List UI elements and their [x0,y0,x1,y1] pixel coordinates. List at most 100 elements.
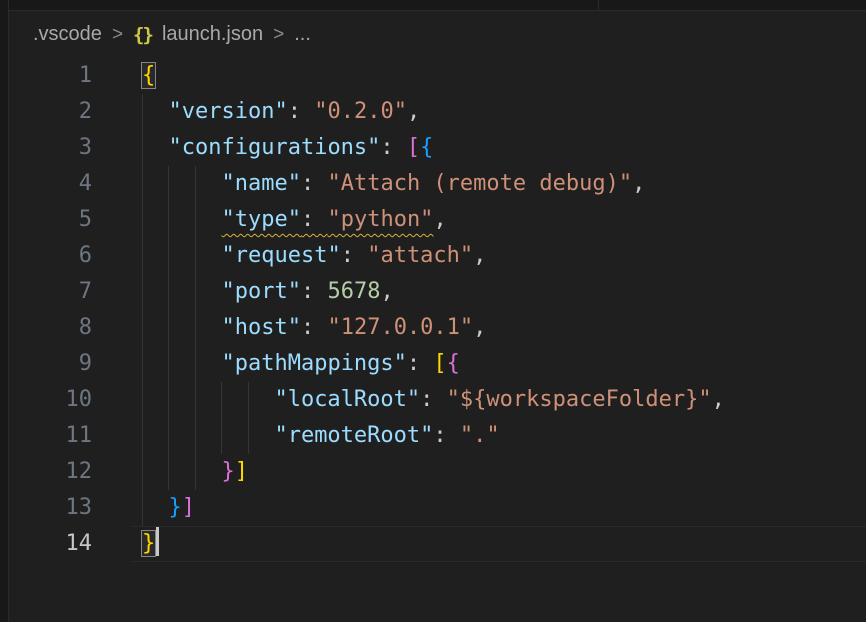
line-number[interactable]: 10 [9,382,132,418]
bracket-match: } [142,531,155,556]
breadcrumb: .vscode > {} launch.json > ... [9,11,866,58]
line-number[interactable]: 6 [9,238,132,274]
code-token [142,495,169,520]
code-line: 9 "pathMappings": [{ [9,346,866,382]
chevron-right-icon: > [112,24,123,46]
line-number[interactable]: 1 [9,58,132,94]
code-token: : [420,387,447,412]
code-text[interactable]: }] [132,490,866,526]
code-token: "attach" [367,243,473,268]
code-token: : [433,423,460,448]
code-text[interactable]: "host": "127.0.0.1", [132,310,866,346]
code-token: "pathMappings" [221,351,406,376]
code-token: } [221,459,234,484]
code-text[interactable]: { [132,58,866,94]
code-token: "." [460,423,500,448]
code-token: : [301,207,328,232]
code-line: 8 "host": "127.0.0.1", [9,310,866,346]
code-token: [ [433,351,446,376]
line-number[interactable]: 14 [9,526,132,562]
code-line: 4 "name": "Attach (remote debug)", [9,166,866,202]
line-number[interactable]: 3 [9,130,132,166]
code-line: 10 "localRoot": "${workspaceFolder}", [9,382,866,418]
line-number[interactable]: 7 [9,274,132,310]
bracket-match: { [142,63,155,88]
code-token [142,279,221,304]
tab-bar [9,0,866,11]
json-file-icon: {} [133,24,152,46]
code-text[interactable]: } [132,526,866,562]
tab-divider [598,0,599,10]
line-number[interactable]: 11 [9,418,132,454]
code-token: "Attach (remote debug)" [327,171,632,196]
line-number[interactable]: 12 [9,454,132,490]
line-number[interactable]: 13 [9,490,132,526]
code-line: 3 "configurations": [{ [9,130,866,166]
line-number[interactable]: 5 [9,202,132,238]
code-token: "127.0.0.1" [327,315,473,340]
code-token [142,423,274,448]
code-token: , [380,279,393,304]
code-text[interactable]: "name": "Attach (remote debug)", [132,166,866,202]
code-token: 5678 [327,279,380,304]
code-token [142,207,221,232]
code-line: 7 "port": 5678, [9,274,866,310]
code-token [142,315,221,340]
code-token: "port" [221,279,300,304]
breadcrumb-folder[interactable]: .vscode [33,23,102,46]
code-token: , [712,387,725,412]
code-token: ] [182,495,195,520]
code-line: 5 "type": "python", [9,202,866,238]
code-text[interactable]: "type": "python", [132,202,866,238]
code-token [142,171,221,196]
code-token: , [632,171,645,196]
code-line: 12 }] [9,454,866,490]
line-number[interactable]: 4 [9,166,132,202]
code-token: "name" [221,171,300,196]
line-number[interactable]: 8 [9,310,132,346]
code-token: "remoteRoot" [274,423,433,448]
code-token: "request" [221,243,340,268]
code-text[interactable]: }] [132,454,866,490]
code-token: : [341,243,368,268]
code-line: 6 "request": "attach", [9,238,866,274]
code-token: "host" [221,315,300,340]
breadcrumb-symbol-ellipsis[interactable]: ... [294,23,311,46]
code-token: { [420,135,433,160]
code-text[interactable]: "request": "attach", [132,238,866,274]
code-text[interactable]: "remoteRoot": "." [132,418,866,454]
breadcrumb-file[interactable]: launch.json [162,23,263,46]
code-token: "type" [221,207,300,232]
warning-squiggle: "type": "python" [221,207,433,232]
code-lines: 1{2 "version": "0.2.0",3 "configurations… [9,58,866,562]
code-token: "localRoot" [274,387,420,412]
editor-pane: .vscode > {} launch.json > ... 1 {2 "vers… [9,11,866,622]
code-token [142,243,221,268]
code-token: , [433,207,446,232]
code-token: "0.2.0" [314,99,407,124]
code-token: : [288,99,315,124]
code-token [142,135,169,160]
code-token: "${workspaceFolder}" [447,387,712,412]
code-token [142,387,274,412]
code-token: , [407,99,420,124]
code-token: , [473,315,486,340]
code-token: "version" [169,99,288,124]
code-text[interactable]: "localRoot": "${workspaceFolder}", [132,382,866,418]
code-text[interactable]: "pathMappings": [{ [132,346,866,382]
code-token: { [447,351,460,376]
code-token: [ [407,135,420,160]
code-text[interactable]: "version": "0.2.0", [132,94,866,130]
code-token: : [301,279,328,304]
code-line: 2 "version": "0.2.0", [9,94,866,130]
code-text[interactable]: "configurations": [{ [132,130,866,166]
code-token [142,99,169,124]
code-token: : [301,315,328,340]
code-token: : [380,135,407,160]
code-text[interactable]: "port": 5678, [132,274,866,310]
code-token: ] [235,459,248,484]
code-token: : [301,171,328,196]
code-line: 13 }] [9,490,866,526]
line-number[interactable]: 9 [9,346,132,382]
line-number[interactable]: 2 [9,94,132,130]
